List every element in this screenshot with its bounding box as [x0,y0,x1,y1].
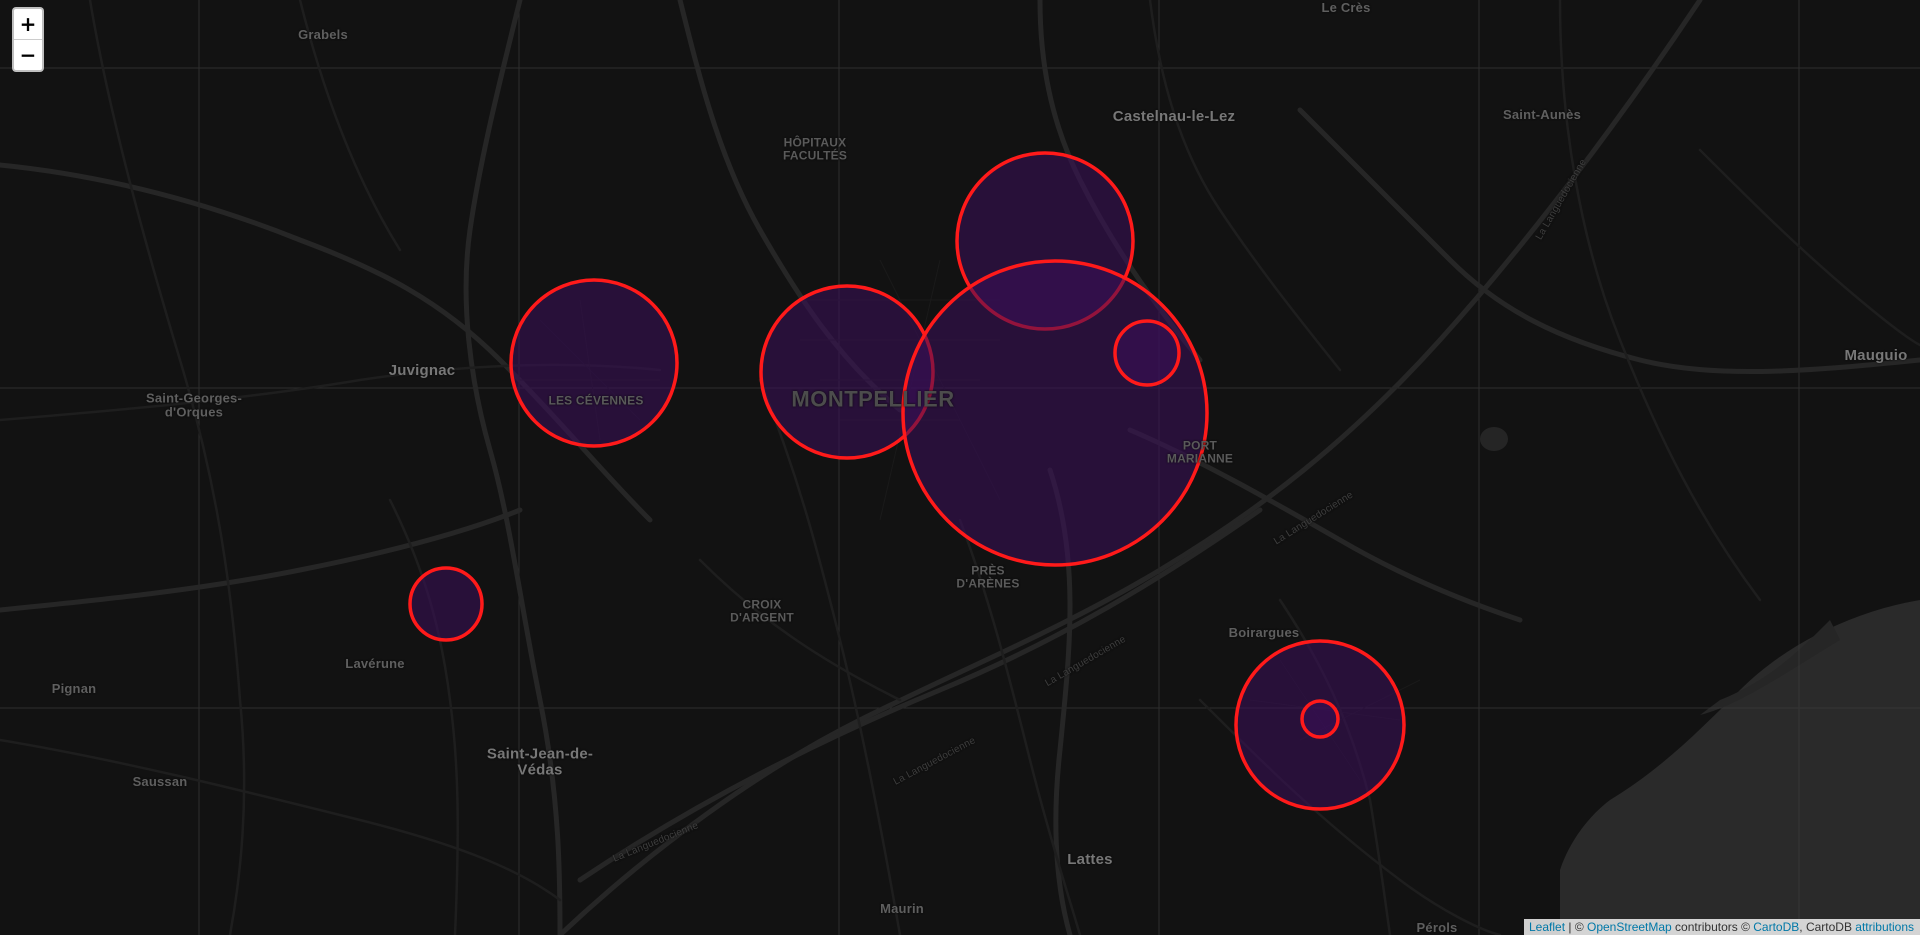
markers [408,151,1406,811]
cartodb-link[interactable]: CartoDB [1753,920,1799,934]
attributions-link[interactable]: attributions [1855,920,1914,934]
marker-circle[interactable] [509,278,679,448]
zoom-control: + − [12,7,44,72]
leaflet-link[interactable]: Leaflet [1529,920,1565,934]
marker-circle[interactable] [1113,319,1181,387]
zoom-in-button[interactable]: + [14,9,42,39]
osm-link[interactable]: OpenStreetMap [1587,920,1672,934]
attribution-sep: | © [1565,920,1587,934]
attribution-middle: , CartoDB [1799,920,1856,934]
marker-circle[interactable] [901,259,1209,567]
lagoon-water [1560,600,1920,935]
map-canvas[interactable]: Le Crès Grabels Castelnau-le-Lez Saint-A… [0,0,1920,935]
marker-circle[interactable] [408,566,484,642]
zoom-out-button[interactable]: − [14,39,42,70]
attribution-contrib: contributors © [1671,920,1754,934]
basemap [0,0,1920,935]
attribution-bar: Leaflet | © OpenStreetMap contributors ©… [1524,919,1920,935]
marker-circle[interactable] [1300,699,1340,739]
